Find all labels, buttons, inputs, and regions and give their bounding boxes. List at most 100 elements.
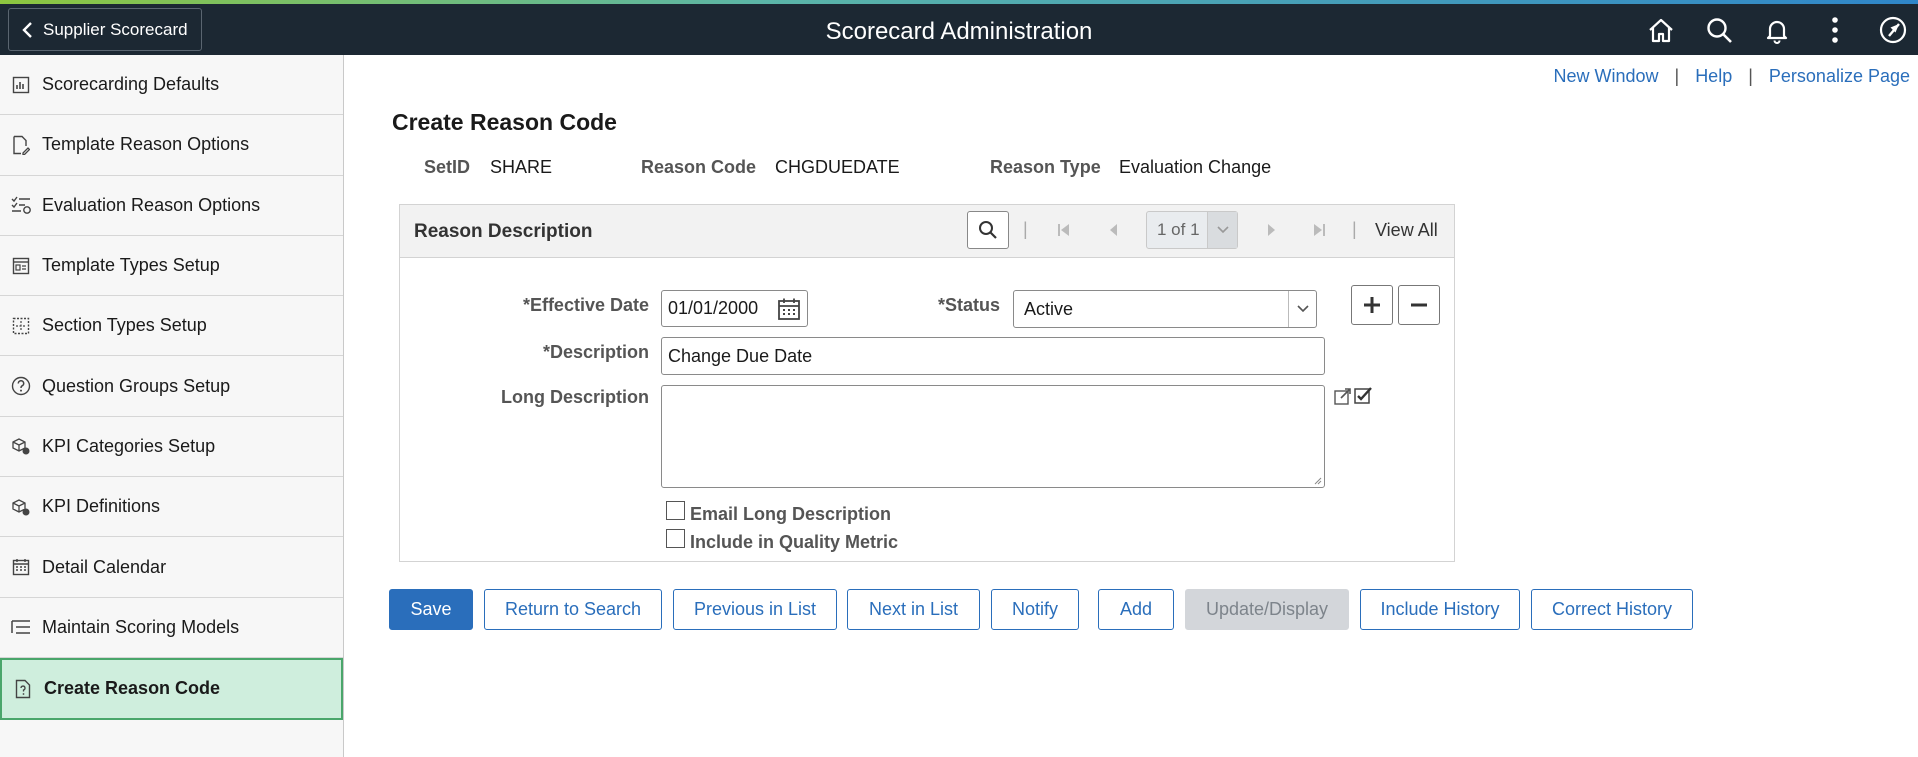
view-all-link[interactable]: View All (1375, 220, 1438, 241)
chevron-left-icon (22, 21, 32, 38)
page-links: New Window | Help | Personalize Page (1553, 66, 1910, 87)
cubes-icon (10, 496, 32, 518)
first-row-button[interactable] (1052, 218, 1076, 242)
status-select[interactable]: Active (1013, 290, 1317, 328)
next-row-button[interactable] (1260, 218, 1284, 242)
notify-button[interactable]: Notify (991, 589, 1079, 630)
description-label: *Description (542, 342, 649, 362)
sidebar-item-label: KPI Categories Setup (42, 435, 216, 456)
question-icon (10, 375, 32, 397)
page-title: Create Reason Code (392, 109, 617, 135)
long-description-label: Long Description (501, 387, 649, 407)
sidebar-item-maintain-scoring-models[interactable]: Maintain Scoring Models (0, 598, 343, 658)
sidebar-item-label: Detail Calendar (42, 556, 167, 577)
expand-text-icon[interactable] (1333, 386, 1353, 411)
update-display-button[interactable]: Update/Display (1185, 589, 1349, 630)
search-icon[interactable] (1704, 15, 1734, 45)
effective-date-label: *Effective Date (522, 295, 649, 315)
sidebar-item-section-types-setup[interactable]: Section Types Setup (0, 296, 343, 357)
sidebar-item-kpi-categories-setup[interactable]: KPI Categories Setup (0, 417, 343, 478)
include-quality-metric-checkbox[interactable] (666, 529, 685, 548)
sidebar-item-scorecarding-defaults[interactable]: Scorecarding Defaults (0, 55, 343, 116)
setid-label: SetID (424, 157, 471, 177)
sidebar-item-label: Scorecarding Defaults (42, 74, 220, 95)
link-separator: | (1674, 66, 1680, 86)
back-button-label: Supplier Scorecard (43, 19, 188, 39)
add-button[interactable]: Add (1098, 589, 1174, 630)
last-page-icon (1314, 224, 1325, 236)
description-field[interactable]: Change Due Date (661, 337, 1325, 375)
section-icon (10, 315, 32, 337)
effective-date-field[interactable]: 01/01/2000 (661, 290, 808, 327)
status-value: Active (1024, 298, 1074, 319)
report-icon (10, 74, 32, 96)
effective-date-value: 01/01/2000 (668, 298, 759, 318)
sidebar-item-create-reason-code[interactable]: Create Reason Code (0, 657, 343, 720)
reason-code-value: CHGDUEDATE (775, 157, 900, 177)
chevron-down-icon (1288, 291, 1316, 327)
include-quality-metric-label: Include in Quality Metric (690, 532, 899, 552)
doc-edit-icon (10, 134, 32, 156)
spell-check-icon[interactable] (1353, 385, 1373, 410)
last-row-button[interactable] (1307, 218, 1331, 242)
return-to-search-button[interactable]: Return to Search (484, 589, 662, 630)
correct-history-button[interactable]: Correct History (1531, 589, 1693, 630)
calendar-icon[interactable] (777, 297, 801, 326)
search-icon (979, 221, 997, 239)
sidebar-item-template-reason-options[interactable]: Template Reason Options (0, 115, 343, 176)
help-link[interactable]: Help (1695, 66, 1732, 87)
more-vertical-icon[interactable] (1820, 15, 1850, 45)
bell-icon[interactable] (1762, 15, 1792, 45)
previous-in-list-button[interactable]: Previous in List (673, 589, 837, 630)
next-in-list-button[interactable]: Next in List (847, 589, 980, 630)
first-page-icon (1058, 224, 1069, 236)
reason-description-grid: Reason Description | 1 of 1 | View All *… (399, 204, 1455, 562)
doc-question-icon (12, 678, 34, 700)
sidebar-item-label: Section Types Setup (42, 315, 207, 336)
list-icon (10, 616, 32, 638)
reason-type-label: Reason Type (990, 157, 1101, 177)
sidebar-item-label: Evaluation Reason Options (42, 194, 261, 215)
layout-icon (10, 255, 32, 277)
description-value: Change Due Date (668, 345, 813, 366)
pager-select[interactable]: 1 of 1 (1146, 211, 1238, 249)
delete-row-button[interactable] (1398, 285, 1440, 325)
sidebar-item-label: Create Reason Code (44, 678, 221, 699)
grid-search-button[interactable] (967, 211, 1009, 249)
checklist-icon (10, 194, 32, 216)
sidebar-item-question-groups-setup[interactable]: Question Groups Setup (0, 356, 343, 417)
email-long-description-label: Email Long Description (690, 504, 892, 524)
sidebar: Scorecarding Defaults Template Reason Op… (0, 55, 344, 757)
reason-type-value: Evaluation Change (1119, 157, 1272, 177)
back-button[interactable]: Supplier Scorecard (8, 8, 202, 51)
pager-value: 1 of 1 (1157, 220, 1200, 239)
save-button[interactable]: Save (389, 589, 473, 630)
personalize-page-link[interactable]: Personalize Page (1769, 66, 1910, 87)
reason-code-label: Reason Code (641, 157, 757, 177)
resize-handle-icon[interactable] (1312, 475, 1322, 485)
email-long-description-checkbox[interactable] (666, 501, 685, 520)
previous-row-button[interactable] (1101, 218, 1125, 242)
sidebar-item-label: Maintain Scoring Models (42, 616, 240, 637)
cubes-icon (10, 435, 32, 457)
include-history-button[interactable]: Include History (1360, 589, 1520, 630)
pager-separator: | (1023, 219, 1028, 239)
new-window-link[interactable]: New Window (1553, 66, 1658, 87)
header-title: Scorecard Administration (825, 18, 1093, 45)
sidebar-item-label: Template Types Setup (42, 255, 220, 276)
sidebar-item-evaluation-reason-options[interactable]: Evaluation Reason Options (0, 176, 343, 236)
setid-value: SHARE (490, 157, 553, 177)
chevron-down-icon (1207, 212, 1237, 248)
minus-icon (1411, 303, 1427, 307)
grid-title: Reason Description (414, 221, 593, 242)
sidebar-item-detail-calendar[interactable]: Detail Calendar (0, 537, 343, 598)
navbar-compass-icon[interactable] (1878, 15, 1908, 45)
link-separator: | (1748, 66, 1753, 86)
home-icon[interactable] (1646, 15, 1676, 45)
add-row-button[interactable] (1351, 285, 1393, 325)
sidebar-item-template-types-setup[interactable]: Template Types Setup (0, 236, 343, 297)
previous-icon (1110, 224, 1117, 236)
sidebar-item-kpi-definitions[interactable]: KPI Definitions (0, 477, 343, 538)
sidebar-item-label: KPI Definitions (42, 496, 161, 517)
long-description-textarea[interactable] (661, 385, 1325, 488)
